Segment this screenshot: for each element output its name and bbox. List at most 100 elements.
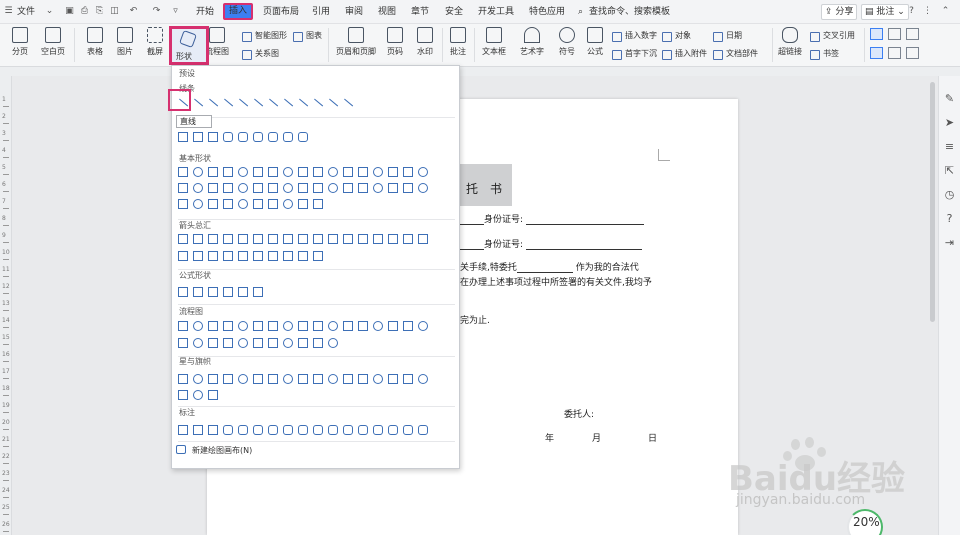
shape-option-icon[interactable]: [178, 183, 188, 193]
drop-cap-button[interactable]: 首字下沉: [612, 48, 657, 60]
shape-option-icon[interactable]: [268, 183, 278, 193]
share-icon[interactable]: ⇱: [943, 164, 956, 177]
symbol-button[interactable]: 符号: [554, 26, 580, 64]
screenshot-button[interactable]: 截屏: [142, 26, 168, 64]
watermark-button[interactable]: 水印: [412, 26, 438, 64]
comment-button[interactable]: ▤ 批注 ⌄: [861, 4, 909, 20]
shape-option-icon[interactable]: [223, 374, 233, 384]
shape-option-icon[interactable]: [268, 425, 278, 435]
shape-option-icon[interactable]: [238, 287, 248, 297]
shape-option-icon[interactable]: [313, 97, 323, 107]
tab-page-layout[interactable]: 页面布局: [263, 5, 299, 19]
shape-option-icon[interactable]: [238, 183, 248, 193]
shape-option-icon[interactable]: [358, 183, 368, 193]
shape-option-icon[interactable]: [418, 321, 428, 331]
shape-option-icon[interactable]: [178, 425, 188, 435]
shape-option-icon[interactable]: [313, 338, 323, 348]
shape-option-icon[interactable]: [283, 183, 293, 193]
shape-option-icon[interactable]: [283, 425, 293, 435]
cursor-icon[interactable]: ➤: [943, 116, 956, 129]
shape-option-icon[interactable]: [328, 234, 338, 244]
shape-option-icon[interactable]: [268, 199, 278, 209]
shape-option-icon[interactable]: [238, 234, 248, 244]
zoom-indicator[interactable]: 20%: [847, 509, 883, 535]
shape-option-icon[interactable]: [223, 183, 233, 193]
shape-option-icon[interactable]: [253, 97, 263, 107]
shape-option-icon[interactable]: [283, 338, 293, 348]
shape-option-icon[interactable]: [373, 425, 383, 435]
export-icon[interactable]: ⎙: [79, 6, 90, 17]
shape-option-icon[interactable]: [403, 167, 413, 177]
shape-option-icon[interactable]: [418, 234, 428, 244]
shape-option-icon[interactable]: [313, 199, 323, 209]
undo-icon[interactable]: ↶: [128, 6, 139, 17]
shape-option-icon[interactable]: [253, 183, 263, 193]
shape-option-icon[interactable]: [193, 183, 203, 193]
shape-option-icon[interactable]: [313, 425, 323, 435]
picture-button[interactable]: 图片: [112, 26, 138, 64]
shape-option-icon[interactable]: [238, 97, 248, 107]
shape-option-icon[interactable]: [208, 167, 218, 177]
shape-option-icon[interactable]: [298, 167, 308, 177]
shape-option-icon[interactable]: [298, 425, 308, 435]
layout-icon[interactable]: [906, 28, 919, 40]
tab-references[interactable]: 引用: [312, 5, 330, 19]
vertical-scrollbar[interactable]: [928, 76, 937, 535]
shape-option-icon[interactable]: [403, 321, 413, 331]
shape-option-icon[interactable]: [253, 132, 263, 142]
shape-option-icon[interactable]: [208, 390, 218, 400]
shape-option-icon[interactable]: [268, 132, 278, 142]
shape-option-icon[interactable]: [193, 374, 203, 384]
shape-option-icon[interactable]: [358, 167, 368, 177]
shape-option-icon[interactable]: [328, 97, 338, 107]
tab-special-apps[interactable]: 特色应用: [529, 5, 565, 19]
chevron-down-icon[interactable]: ⌄: [44, 6, 55, 17]
shape-option-icon[interactable]: [298, 199, 308, 209]
shape-option-icon[interactable]: [238, 251, 248, 261]
shape-option-icon[interactable]: [268, 374, 278, 384]
shape-option-icon[interactable]: [223, 287, 233, 297]
tab-security[interactable]: 安全: [445, 5, 463, 19]
tab-developer[interactable]: 开发工具: [478, 5, 514, 19]
shape-option-icon[interactable]: [403, 425, 413, 435]
shape-option-icon[interactable]: [283, 251, 293, 261]
shape-option-icon[interactable]: [223, 425, 233, 435]
scrollbar-thumb[interactable]: [930, 82, 935, 322]
shape-option-icon[interactable]: [208, 425, 218, 435]
shape-option-icon[interactable]: [313, 251, 323, 261]
shape-option-icon[interactable]: [283, 132, 293, 142]
attachment-button[interactable]: 插入附件: [662, 48, 707, 60]
date-button[interactable]: 日期: [713, 30, 742, 42]
shape-option-icon[interactable]: [388, 234, 398, 244]
shape-option-icon[interactable]: [208, 251, 218, 261]
preview-icon[interactable]: ◫: [109, 6, 120, 17]
shape-option-icon[interactable]: [238, 132, 248, 142]
shape-option-icon[interactable]: [403, 183, 413, 193]
shape-option-icon[interactable]: [328, 425, 338, 435]
shape-option-icon[interactable]: [253, 287, 263, 297]
page-number-button[interactable]: 页码: [382, 26, 408, 64]
shape-option-icon[interactable]: [178, 167, 188, 177]
shape-option-icon[interactable]: [223, 167, 233, 177]
shape-option-icon[interactable]: [238, 321, 248, 331]
shape-option-icon[interactable]: [313, 183, 323, 193]
shape-option-icon[interactable]: [208, 338, 218, 348]
shape-option-icon[interactable]: [253, 338, 263, 348]
table-button[interactable]: 表格: [82, 26, 108, 64]
layout-icon[interactable]: [870, 47, 883, 59]
shape-option-icon[interactable]: [268, 97, 278, 107]
shape-option-icon[interactable]: [223, 97, 233, 107]
shape-option-icon[interactable]: [253, 321, 263, 331]
tab-home[interactable]: 开始: [196, 5, 214, 19]
settings-icon[interactable]: ≡: [943, 140, 956, 153]
shape-option-icon[interactable]: [283, 321, 293, 331]
shape-option-icon[interactable]: [343, 374, 353, 384]
shape-option-icon[interactable]: [358, 374, 368, 384]
shape-option-icon[interactable]: [268, 251, 278, 261]
shape-option-icon[interactable]: [253, 374, 263, 384]
shape-option-icon[interactable]: [358, 425, 368, 435]
shape-option-icon[interactable]: [208, 374, 218, 384]
hyperlink-button[interactable]: 超链接: [776, 26, 804, 64]
page-break-button[interactable]: 分页: [6, 26, 34, 64]
shape-option-icon[interactable]: [178, 287, 188, 297]
